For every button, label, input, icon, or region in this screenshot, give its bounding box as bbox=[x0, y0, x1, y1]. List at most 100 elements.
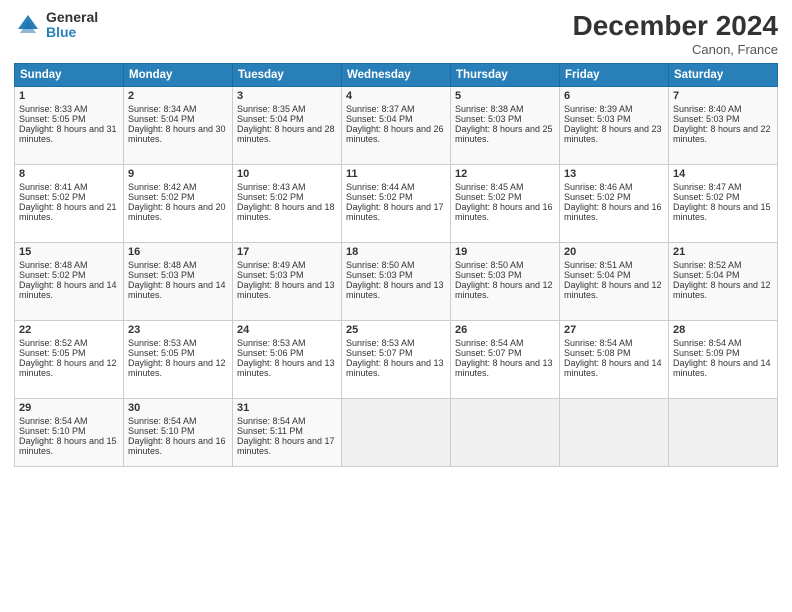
daylight-text: Daylight: 8 hours and 15 minutes. bbox=[19, 436, 119, 456]
day-number: 9 bbox=[128, 168, 228, 180]
sunset-text: Sunset: 5:03 PM bbox=[673, 114, 773, 124]
day-number: 26 bbox=[455, 324, 555, 336]
calendar-cell bbox=[560, 399, 669, 467]
sunrise-text: Sunrise: 8:47 AM bbox=[673, 182, 773, 192]
day-number: 13 bbox=[564, 168, 664, 180]
sunrise-text: Sunrise: 8:54 AM bbox=[19, 416, 119, 426]
sunrise-text: Sunrise: 8:53 AM bbox=[237, 338, 337, 348]
calendar-week-1: 1Sunrise: 8:33 AMSunset: 5:05 PMDaylight… bbox=[15, 87, 778, 165]
daylight-text: Daylight: 8 hours and 12 minutes. bbox=[19, 358, 119, 378]
sunrise-text: Sunrise: 8:45 AM bbox=[455, 182, 555, 192]
sunrise-text: Sunrise: 8:48 AM bbox=[128, 260, 228, 270]
sunrise-text: Sunrise: 8:44 AM bbox=[346, 182, 446, 192]
sunrise-text: Sunrise: 8:53 AM bbox=[128, 338, 228, 348]
sunset-text: Sunset: 5:02 PM bbox=[237, 192, 337, 202]
day-number: 8 bbox=[19, 168, 119, 180]
month-title: December 2024 bbox=[573, 10, 778, 42]
sunset-text: Sunset: 5:02 PM bbox=[346, 192, 446, 202]
sunset-text: Sunset: 5:02 PM bbox=[564, 192, 664, 202]
sunset-text: Sunset: 5:02 PM bbox=[673, 192, 773, 202]
sunset-text: Sunset: 5:06 PM bbox=[237, 348, 337, 358]
calendar-cell: 31Sunrise: 8:54 AMSunset: 5:11 PMDayligh… bbox=[233, 399, 342, 467]
calendar-cell: 22Sunrise: 8:52 AMSunset: 5:05 PMDayligh… bbox=[15, 321, 124, 399]
col-saturday: Saturday bbox=[669, 64, 778, 87]
sunrise-text: Sunrise: 8:34 AM bbox=[128, 104, 228, 114]
daylight-text: Daylight: 8 hours and 13 minutes. bbox=[346, 280, 446, 300]
day-number: 24 bbox=[237, 324, 337, 336]
day-number: 15 bbox=[19, 246, 119, 258]
header: General Blue December 2024 Canon, France bbox=[14, 10, 778, 57]
day-number: 12 bbox=[455, 168, 555, 180]
calendar-cell: 17Sunrise: 8:49 AMSunset: 5:03 PMDayligh… bbox=[233, 243, 342, 321]
sunrise-text: Sunrise: 8:50 AM bbox=[455, 260, 555, 270]
day-number: 22 bbox=[19, 324, 119, 336]
page-container: General Blue December 2024 Canon, France… bbox=[0, 0, 792, 477]
calendar-cell: 25Sunrise: 8:53 AMSunset: 5:07 PMDayligh… bbox=[342, 321, 451, 399]
daylight-text: Daylight: 8 hours and 28 minutes. bbox=[237, 124, 337, 144]
daylight-text: Daylight: 8 hours and 12 minutes. bbox=[455, 280, 555, 300]
daylight-text: Daylight: 8 hours and 12 minutes. bbox=[564, 280, 664, 300]
sunrise-text: Sunrise: 8:49 AM bbox=[237, 260, 337, 270]
calendar-header-row: Sunday Monday Tuesday Wednesday Thursday… bbox=[15, 64, 778, 87]
sunset-text: Sunset: 5:04 PM bbox=[128, 114, 228, 124]
calendar-cell: 4Sunrise: 8:37 AMSunset: 5:04 PMDaylight… bbox=[342, 87, 451, 165]
calendar-cell: 11Sunrise: 8:44 AMSunset: 5:02 PMDayligh… bbox=[342, 165, 451, 243]
sunset-text: Sunset: 5:03 PM bbox=[237, 270, 337, 280]
day-number: 2 bbox=[128, 90, 228, 102]
day-number: 25 bbox=[346, 324, 446, 336]
daylight-text: Daylight: 8 hours and 16 minutes. bbox=[455, 202, 555, 222]
sunset-text: Sunset: 5:04 PM bbox=[673, 270, 773, 280]
logo-blue: Blue bbox=[46, 25, 98, 40]
calendar: Sunday Monday Tuesday Wednesday Thursday… bbox=[14, 63, 778, 467]
sunrise-text: Sunrise: 8:54 AM bbox=[128, 416, 228, 426]
calendar-cell: 9 Sunrise: 8:42 AMSunset: 5:02 PMDaylight… bbox=[124, 165, 233, 243]
daylight-text: Daylight: 8 hours and 14 minutes. bbox=[564, 358, 664, 378]
daylight-text: Daylight: 8 hours and 12 minutes. bbox=[673, 280, 773, 300]
sunset-text: Sunset: 5:03 PM bbox=[564, 114, 664, 124]
daylight-text: Daylight: 8 hours and 13 minutes. bbox=[237, 358, 337, 378]
daylight-text: Daylight: 8 hours and 16 minutes. bbox=[128, 436, 228, 456]
day-number: 10 bbox=[237, 168, 337, 180]
day-number: 19 bbox=[455, 246, 555, 258]
calendar-cell: 16Sunrise: 8:48 AMSunset: 5:03 PMDayligh… bbox=[124, 243, 233, 321]
sunset-text: Sunset: 5:10 PM bbox=[19, 426, 119, 436]
daylight-text: Daylight: 8 hours and 20 minutes. bbox=[128, 202, 228, 222]
daylight-text: Daylight: 8 hours and 31 minutes. bbox=[19, 124, 119, 144]
calendar-cell: 1Sunrise: 8:33 AMSunset: 5:05 PMDaylight… bbox=[15, 87, 124, 165]
day-number: 18 bbox=[346, 246, 446, 258]
day-number: 3 bbox=[237, 90, 337, 102]
calendar-cell: 28Sunrise: 8:54 AMSunset: 5:09 PMDayligh… bbox=[669, 321, 778, 399]
sunset-text: Sunset: 5:04 PM bbox=[346, 114, 446, 124]
calendar-cell: 14Sunrise: 8:47 AMSunset: 5:02 PMDayligh… bbox=[669, 165, 778, 243]
sunrise-text: Sunrise: 8:41 AM bbox=[19, 182, 119, 192]
sunset-text: Sunset: 5:04 PM bbox=[237, 114, 337, 124]
sunset-text: Sunset: 5:08 PM bbox=[564, 348, 664, 358]
sunrise-text: Sunrise: 8:46 AM bbox=[564, 182, 664, 192]
location: Canon, France bbox=[573, 42, 778, 57]
sunrise-text: Sunrise: 8:33 AM bbox=[19, 104, 119, 114]
daylight-text: Daylight: 8 hours and 15 minutes. bbox=[673, 202, 773, 222]
daylight-text: Daylight: 8 hours and 12 minutes. bbox=[128, 358, 228, 378]
day-number: 27 bbox=[564, 324, 664, 336]
calendar-cell: 15Sunrise: 8:48 AMSunset: 5:02 PMDayligh… bbox=[15, 243, 124, 321]
col-sunday: Sunday bbox=[15, 64, 124, 87]
sunrise-text: Sunrise: 8:52 AM bbox=[673, 260, 773, 270]
day-number: 23 bbox=[128, 324, 228, 336]
title-block: December 2024 Canon, France bbox=[573, 10, 778, 57]
sunrise-text: Sunrise: 8:42 AM bbox=[128, 182, 228, 192]
sunset-text: Sunset: 5:02 PM bbox=[128, 192, 228, 202]
calendar-cell: 10Sunrise: 8:43 AMSunset: 5:02 PMDayligh… bbox=[233, 165, 342, 243]
col-wednesday: Wednesday bbox=[342, 64, 451, 87]
daylight-text: Daylight: 8 hours and 14 minutes. bbox=[673, 358, 773, 378]
daylight-text: Daylight: 8 hours and 13 minutes. bbox=[455, 358, 555, 378]
daylight-text: Daylight: 8 hours and 13 minutes. bbox=[237, 280, 337, 300]
sunrise-text: Sunrise: 8:48 AM bbox=[19, 260, 119, 270]
day-number: 16 bbox=[128, 246, 228, 258]
day-number: 7 bbox=[673, 90, 773, 102]
daylight-text: Daylight: 8 hours and 25 minutes. bbox=[455, 124, 555, 144]
daylight-text: Daylight: 8 hours and 21 minutes. bbox=[19, 202, 119, 222]
sunset-text: Sunset: 5:09 PM bbox=[673, 348, 773, 358]
calendar-cell: 13Sunrise: 8:46 AMSunset: 5:02 PMDayligh… bbox=[560, 165, 669, 243]
sunrise-text: Sunrise: 8:53 AM bbox=[346, 338, 446, 348]
day-number: 5 bbox=[455, 90, 555, 102]
